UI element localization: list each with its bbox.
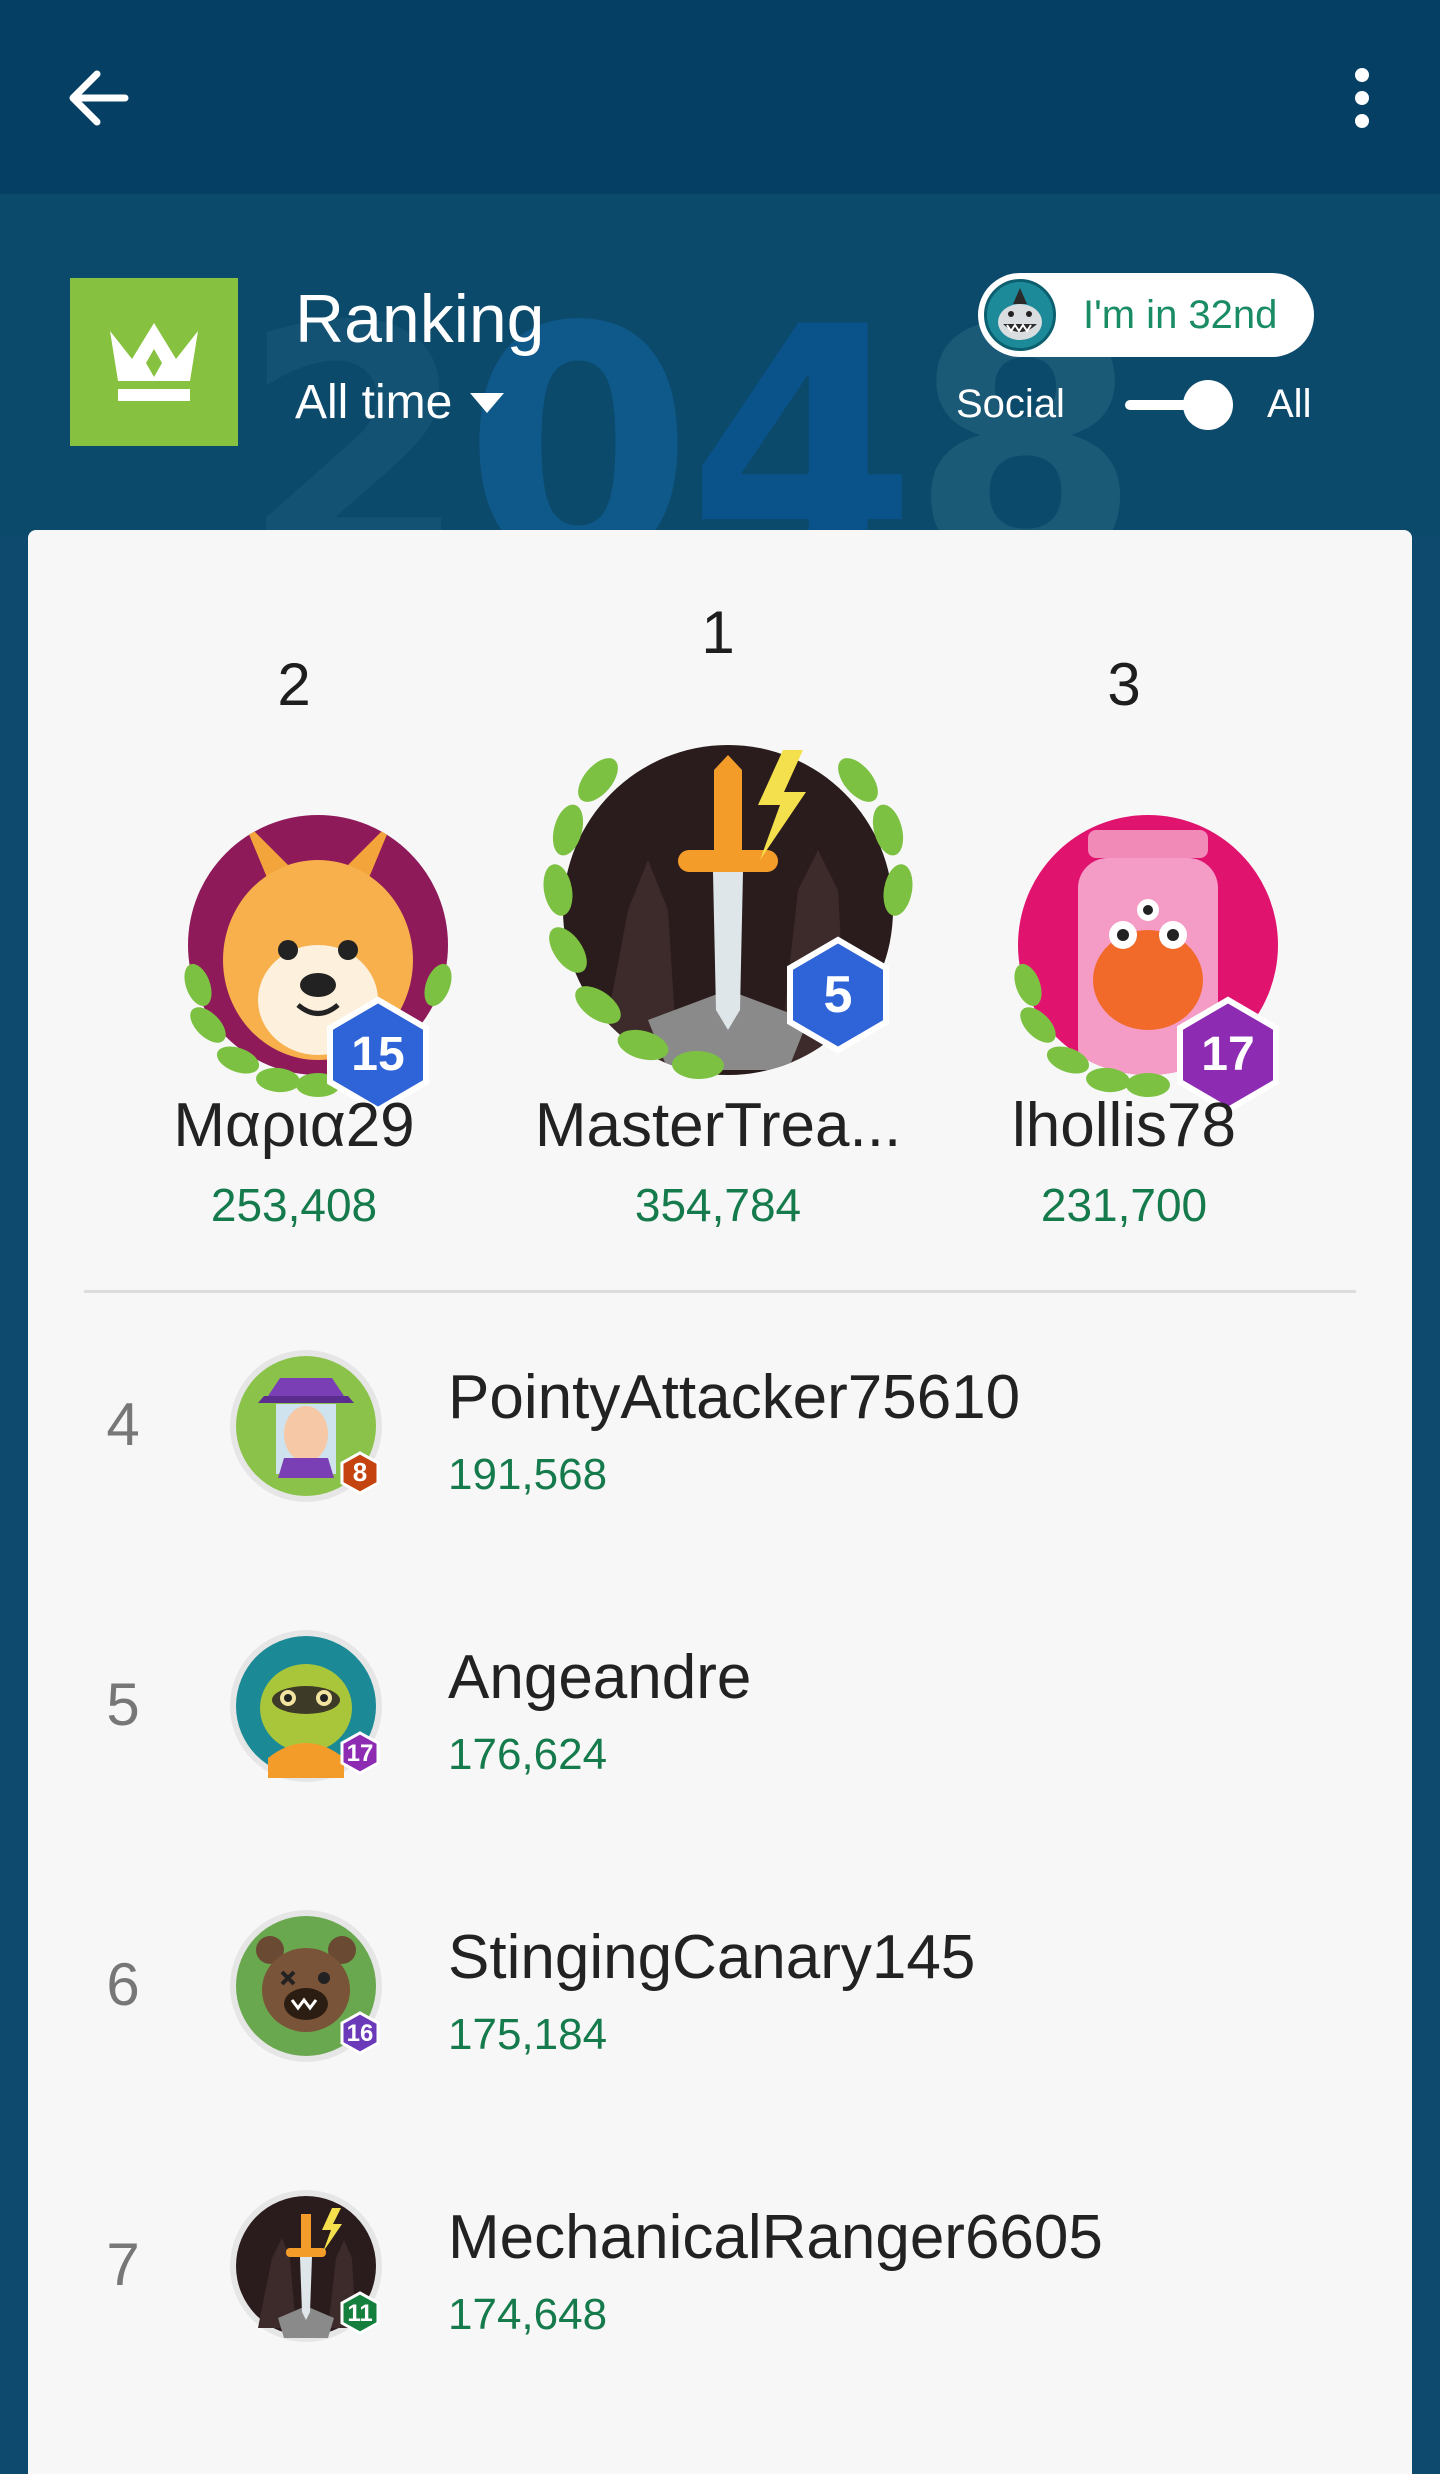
more-vert-icon <box>1355 68 1369 128</box>
level-badge: 5 <box>824 966 853 1024</box>
shark-avatar-icon <box>984 279 1056 351</box>
period-dropdown[interactable]: All time <box>295 375 505 430</box>
podium-name: lhollis78 <box>1011 1091 1237 1160</box>
jar-monster-icon[interactable]: 17 <box>978 770 1318 1110</box>
ranking-crown-tile <box>70 278 238 446</box>
podium-name: Μαρια29 <box>173 1091 415 1160</box>
podium-rank: 1 <box>701 599 735 666</box>
podium-score: 231,700 <box>1040 1179 1208 1231</box>
app-bar <box>0 0 1440 194</box>
row-rank: 7 <box>106 2231 140 2298</box>
row-score: 191,568 <box>448 1450 608 1499</box>
podium-rank: 2 <box>277 651 311 718</box>
leaderboard-row[interactable]: 4 8 PointyAttacker75610 191,568 <box>28 1310 1412 1560</box>
social-all-toggle[interactable] <box>1125 380 1237 430</box>
back-arrow-icon <box>69 70 129 126</box>
row-name: MechanicalRanger6605 <box>448 2203 1103 2272</box>
bear-icon: 16 <box>230 1910 382 2062</box>
sword-icon[interactable]: 5 <box>528 710 928 1110</box>
sloth-icon: 17 <box>230 1630 382 1782</box>
level-badge: 8 <box>353 1457 367 1487</box>
level-badge: 16 <box>347 2020 374 2047</box>
leaderboard-row[interactable]: 5 17 Angeandre 176,624 <box>28 1590 1412 1840</box>
level-badge: 11 <box>347 2300 372 2327</box>
leaderboard-row[interactable]: 6 16 StingingCanary145 175,184 <box>28 1870 1412 2120</box>
podium-name: MasterTrea... <box>534 1091 902 1160</box>
wizard-icon: 8 <box>230 1350 382 1502</box>
dropdown-arrow-icon <box>470 392 505 413</box>
period-label: All time <box>295 376 453 429</box>
row-name: Angeandre <box>448 1643 752 1712</box>
crown-icon <box>110 323 198 401</box>
back-button[interactable] <box>58 58 138 138</box>
toggle-knob <box>1183 380 1233 430</box>
row-score: 176,624 <box>448 1730 608 1779</box>
row-rank: 6 <box>106 1951 140 2018</box>
row-score: 174,648 <box>448 2290 608 2339</box>
podium-rank: 3 <box>1107 651 1141 718</box>
social-label: Social <box>956 382 1065 426</box>
leaderboard-card: 2 15 Μαρια29 253,408 1 5 MasterTrea... 3… <box>28 530 1412 2474</box>
row-rank: 5 <box>106 1671 140 1738</box>
row-name: PointyAttacker75610 <box>448 1363 1021 1432</box>
more-options-button[interactable] <box>1322 58 1402 138</box>
my-rank-label: I'm in 32nd <box>1083 293 1278 337</box>
row-rank: 4 <box>106 1391 140 1458</box>
level-badge: 17 <box>1201 1028 1254 1081</box>
sword-icon: 11 <box>230 2190 382 2342</box>
all-label: All <box>1267 382 1312 426</box>
row-name: StingingCanary145 <box>448 1923 976 1992</box>
podium-score: 253,408 <box>210 1179 378 1231</box>
level-badge: 17 <box>347 1740 374 1767</box>
leaderboard-row[interactable]: 7 11 MechanicalRanger6605 174,648 <box>28 2150 1412 2400</box>
row-score: 175,184 <box>448 2010 608 2059</box>
page-title: Ranking <box>295 281 545 357</box>
podium-score: 354,784 <box>634 1179 802 1231</box>
level-badge: 15 <box>351 1028 404 1081</box>
doge-icon[interactable]: 15 <box>148 770 488 1110</box>
podium-divider <box>84 1290 1356 1293</box>
my-rank-button[interactable]: I'm in 32nd <box>978 273 1314 357</box>
